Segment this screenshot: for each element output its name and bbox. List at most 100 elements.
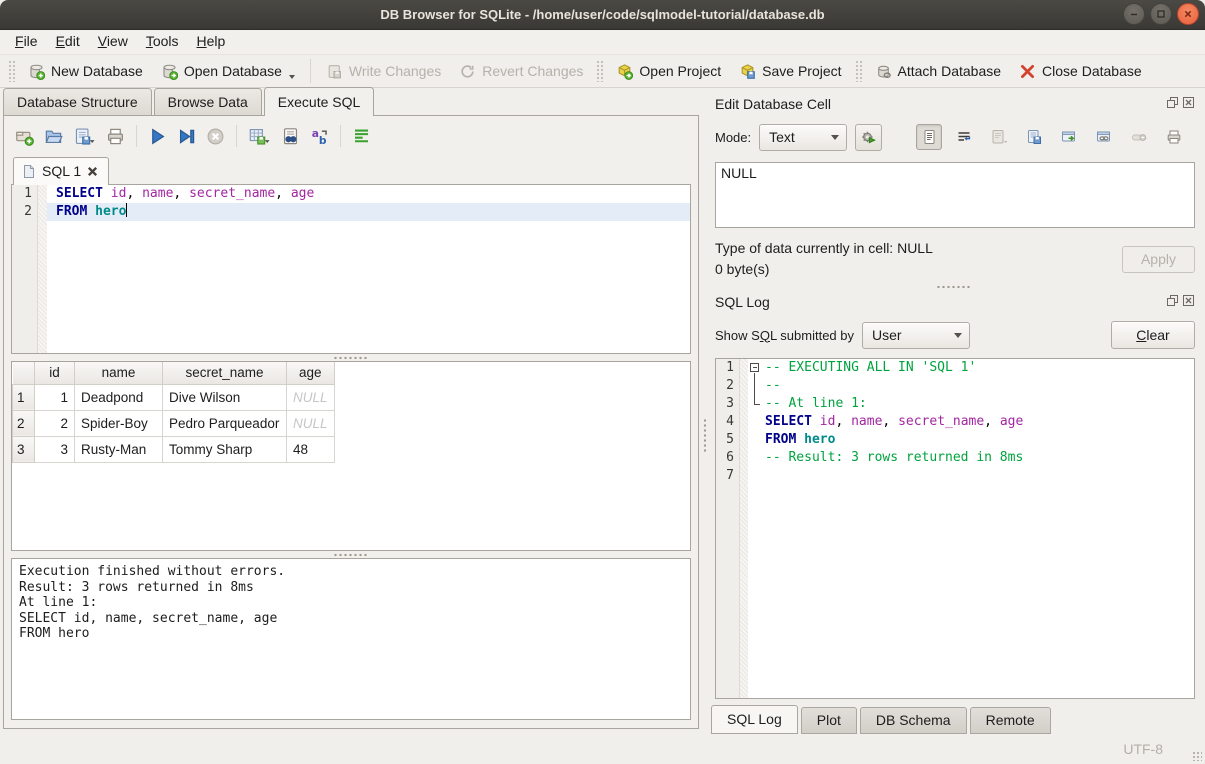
encoding-indicator: UTF-8	[1123, 741, 1163, 757]
sql-editor[interactable]: 1SELECT id, name, secret_name, age 2FROM…	[11, 184, 691, 354]
main-toolbar: New Database Open Database Write Changes…	[0, 54, 1205, 88]
open-sql-file-button[interactable]	[44, 127, 63, 146]
new-database-button[interactable]: New Database	[19, 58, 152, 85]
database-attach-icon	[875, 63, 892, 80]
tab-sql-log[interactable]: SQL Log	[711, 705, 798, 734]
right-pane: Edit Database Cell Mode: Text	[707, 88, 1205, 734]
close-icon	[1183, 9, 1193, 19]
main-tab-bar: Database Structure Browse Data Execute S…	[0, 88, 702, 115]
import-file-icon	[990, 129, 1009, 145]
save-sql-file-button[interactable]	[73, 127, 96, 146]
open-database-dropdown-caret[interactable]	[289, 75, 295, 79]
sql-toolbar: ab	[11, 123, 691, 155]
tab-database-structure[interactable]: Database Structure	[3, 88, 152, 115]
sql-log-view[interactable]: 1-- EXECUTING ALL IN 'SQL 1' 2-- 3-- At …	[715, 358, 1195, 699]
tab-db-schema[interactable]: DB Schema	[860, 707, 967, 734]
toolbar-drag-handle[interactable]	[855, 60, 862, 82]
set-null-button	[1126, 124, 1152, 150]
maximize-icon	[1156, 9, 1166, 19]
format-sql-button[interactable]: ab	[310, 127, 329, 146]
execute-all-button[interactable]	[148, 127, 167, 146]
edit-cell-title: Edit Database Cell	[715, 96, 831, 112]
export-results-button[interactable]	[248, 127, 271, 146]
table-row[interactable]: 3 3 Rusty-Man Tommy Sharp 48	[13, 436, 335, 462]
toolbar-drag-handle[interactable]	[8, 60, 15, 82]
close-dock-icon[interactable]	[1182, 294, 1195, 310]
close-database-button[interactable]: Close Database	[1010, 58, 1151, 85]
clear-log-button[interactable]: Clear	[1111, 321, 1195, 349]
bottom-dock-tabs: SQL Log Plot DB Schema Remote	[711, 707, 1197, 734]
table-row[interactable]: 1 1 Deadpond Dive Wilson NULL	[13, 384, 335, 410]
results-output-splitter[interactable]	[11, 551, 691, 558]
word-wrap-toggle[interactable]	[951, 124, 977, 150]
toolbar-separator	[136, 125, 137, 147]
print-cell-button[interactable]	[1161, 124, 1187, 150]
cell-null-label: NULL	[716, 163, 776, 227]
printer-icon	[1166, 129, 1182, 145]
project-save-icon	[739, 63, 756, 80]
open-in-external-button[interactable]	[1056, 124, 1082, 150]
editor-line-1: 1SELECT id, name, secret_name, age	[12, 185, 690, 203]
open-sql-tab-button[interactable]	[15, 127, 34, 146]
menu-tools[interactable]: Tools	[137, 30, 188, 54]
print-sql-button[interactable]	[106, 127, 125, 146]
panes-splitter[interactable]	[702, 88, 707, 734]
auto-mode-button[interactable]	[855, 124, 882, 151]
revert-changes-button: Revert Changes	[450, 58, 592, 85]
save-project-button[interactable]: Save Project	[730, 58, 850, 85]
resize-grip[interactable]	[1192, 751, 1202, 761]
mode-select[interactable]: Text	[759, 124, 847, 151]
column-header-age[interactable]: age	[287, 362, 335, 384]
menu-help[interactable]: Help	[188, 30, 235, 54]
external-window-icon	[1061, 129, 1077, 145]
cell-log-splitter[interactable]	[711, 280, 1197, 292]
close-button[interactable]	[1177, 3, 1199, 25]
export-cell-data-button[interactable]	[1021, 124, 1047, 150]
sql-1-tab[interactable]: SQL 1	[13, 157, 109, 185]
sql-log-dock-header: SQL Log	[711, 292, 1197, 312]
column-header-id[interactable]: id	[35, 362, 75, 384]
text-mode-button[interactable]	[916, 124, 942, 150]
menu-file[interactable]: File	[6, 30, 47, 54]
toolbar-drag-handle[interactable]	[596, 60, 603, 82]
svg-text:b: b	[319, 134, 327, 146]
import-cell-data-button	[986, 124, 1012, 150]
tab-browse-data[interactable]: Browse Data	[154, 88, 262, 115]
tab-plot[interactable]: Plot	[801, 707, 857, 734]
tab-execute-sql[interactable]: Execute SQL	[264, 87, 375, 116]
cell-value-editor[interactable]: NULL	[715, 162, 1195, 228]
fold-marker[interactable]	[748, 359, 763, 377]
menu-view[interactable]: View	[89, 30, 137, 54]
find-replace-button[interactable]	[281, 127, 300, 146]
open-database-button[interactable]: Open Database	[152, 58, 304, 85]
log-filter-select[interactable]: User	[862, 322, 970, 349]
float-dock-icon[interactable]	[1166, 96, 1179, 112]
sql-tab-bar: SQL 1	[11, 155, 691, 184]
apply-button: Apply	[1122, 246, 1195, 273]
column-header-secret-name[interactable]: secret_name	[163, 362, 287, 384]
open-project-button[interactable]: Open Project	[607, 58, 730, 85]
export-file-icon	[1026, 129, 1042, 145]
close-dock-icon[interactable]	[1182, 96, 1195, 112]
attach-database-button[interactable]: Attach Database	[866, 58, 1011, 85]
minimize-button[interactable]	[1123, 3, 1145, 25]
toolbar-separator	[236, 125, 237, 147]
tab-remote[interactable]: Remote	[970, 707, 1051, 734]
statusbar: UTF-8	[0, 734, 1205, 764]
menu-edit[interactable]: Edit	[47, 30, 89, 54]
word-wrap-button[interactable]	[352, 127, 371, 146]
close-sql-tab-icon[interactable]	[87, 166, 98, 177]
float-dock-icon[interactable]	[1166, 294, 1179, 310]
word-wrap-icon	[956, 129, 972, 145]
results-grid[interactable]: id name secret_name age 1 1 Deadpond Div…	[11, 361, 691, 551]
mode-label: Mode:	[715, 130, 751, 145]
titlebar[interactable]: DB Browser for SQLite - /home/user/code/…	[0, 0, 1205, 30]
table-row[interactable]: 2 2 Spider-Boy Pedro Parqueador NULL	[13, 410, 335, 436]
column-header-name[interactable]: name	[75, 362, 163, 384]
editor-results-splitter[interactable]	[11, 354, 691, 361]
cell-info-row: Type of data currently in cell: NULL 0 b…	[715, 238, 1195, 280]
copy-link-button[interactable]	[1091, 124, 1117, 150]
maximize-button[interactable]	[1150, 3, 1172, 25]
execute-current-line-button[interactable]	[177, 127, 196, 146]
window-link-icon	[1096, 129, 1112, 145]
